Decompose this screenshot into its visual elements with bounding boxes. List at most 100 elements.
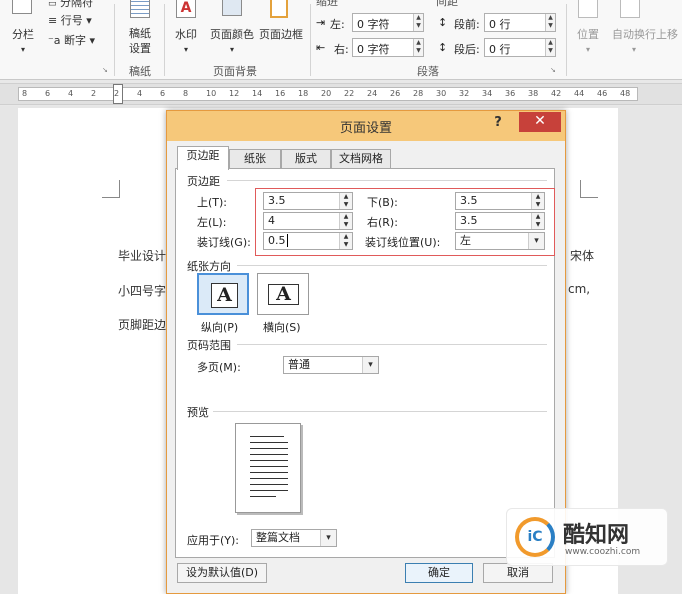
tab-layout-label: 版式 bbox=[295, 152, 317, 165]
ruler-tick-label: 42 bbox=[551, 89, 562, 98]
wrap-text-label: 自动换行 bbox=[612, 28, 656, 41]
ribbon-separator bbox=[164, 4, 165, 76]
site-watermark: iC 酷知网 www.coozhi.com bbox=[506, 508, 668, 566]
right-margin-spinner[interactable]: ▲ ▼ bbox=[531, 213, 544, 229]
spacing-before-input[interactable]: 0 行 ▲ ▼ bbox=[484, 13, 556, 32]
dialog-launcher-icon[interactable]: ↘ bbox=[102, 66, 108, 74]
gutter-label: 装订线(G): bbox=[197, 236, 251, 249]
top-margin-input[interactable]: 3.5 ▲ ▼ bbox=[263, 192, 353, 210]
indent-left-spinner[interactable]: ▲ ▼ bbox=[413, 14, 423, 31]
breaks-label: 分隔符 bbox=[60, 0, 94, 9]
ribbon-separator bbox=[310, 4, 311, 76]
indent-left-input[interactable]: 0 字符 ▲ ▼ bbox=[352, 13, 424, 32]
line-numbers-button[interactable]: ≡ 行号 ▾ bbox=[48, 12, 108, 28]
watermark-button[interactable]: 水印 ▾ bbox=[170, 26, 202, 55]
page-color-icon bbox=[222, 0, 242, 16]
spacing-before-label: 段前: bbox=[454, 18, 480, 31]
orientation-section-title: 纸张方向 bbox=[187, 260, 231, 273]
top-margin-spinner[interactable]: ▲ ▼ bbox=[339, 193, 352, 209]
indent-left-label: 左: bbox=[330, 18, 345, 31]
coozhi-logo-icon: iC bbox=[515, 517, 555, 557]
set-default-button[interactable]: 设为默认值(D) bbox=[177, 563, 267, 583]
ruler-tick-label: 28 bbox=[413, 89, 424, 98]
cancel-button[interactable]: 取消 bbox=[483, 563, 553, 583]
section-divider bbox=[237, 344, 547, 345]
tab-margins[interactable]: 页边距 bbox=[177, 146, 229, 170]
ruler-tick-label: 4 bbox=[137, 89, 143, 98]
ruler-tick-label: 26 bbox=[390, 89, 401, 98]
hyphenation-button[interactable]: ⁻a 断字 ▾ bbox=[48, 32, 108, 48]
spacing-before-icon: ↕ bbox=[438, 16, 448, 29]
doc-line-1-end: 宋体 bbox=[570, 249, 595, 263]
wrap-text-icon bbox=[620, 0, 640, 18]
gutter-input[interactable]: 0.5 ▲ ▼ bbox=[263, 232, 353, 250]
bring-forward-button[interactable]: 上移 bbox=[656, 26, 682, 42]
top-margin-value: 3.5 bbox=[268, 194, 286, 207]
right-margin-input[interactable]: 3.5 ▲ ▼ bbox=[455, 212, 545, 230]
chevron-down-icon[interactable]: ▾ bbox=[362, 357, 378, 373]
apply-to-select[interactable]: 整篇文档 ▾ bbox=[251, 529, 337, 547]
spacing-before-value: 0 行 bbox=[489, 18, 511, 31]
bottom-margin-spinner[interactable]: ▲ ▼ bbox=[531, 193, 544, 209]
page-color-label: 页面颜色 bbox=[210, 28, 254, 41]
indent-left-icon: ⇥ bbox=[316, 16, 326, 29]
portrait-label: 纵向(P) bbox=[201, 321, 239, 334]
ok-button[interactable]: 确定 bbox=[405, 563, 473, 583]
page-color-button[interactable]: 页面颜色 ▾ bbox=[206, 26, 258, 55]
section-divider bbox=[213, 411, 547, 412]
multiple-pages-select[interactable]: 普通 ▾ bbox=[283, 356, 379, 374]
bottom-margin-input[interactable]: 3.5 ▲ ▼ bbox=[455, 192, 545, 210]
tab-paper[interactable]: 纸张 bbox=[229, 149, 281, 169]
ruler-tick-label: 34 bbox=[482, 89, 493, 98]
portrait-button[interactable]: A bbox=[197, 273, 249, 315]
landscape-icon: A bbox=[268, 284, 299, 305]
ruler-tick-label: 14 bbox=[252, 89, 263, 98]
spacing-after-input[interactable]: 0 行 ▲ ▼ bbox=[484, 38, 556, 57]
page-background-group-label: 页面背景 bbox=[213, 65, 257, 78]
chevron-down-icon[interactable]: ▾ bbox=[528, 233, 544, 249]
position-button[interactable]: 位置 ▾ bbox=[570, 26, 606, 55]
page-borders-icon bbox=[270, 0, 288, 18]
gutter-position-select[interactable]: 左 ▾ bbox=[455, 232, 545, 250]
tab-document-grid[interactable]: 文档网格 bbox=[331, 149, 391, 169]
ruler-tick-label: 44 bbox=[574, 89, 585, 98]
left-margin-label: 左(L): bbox=[197, 216, 227, 229]
ruler-tick-label: 24 bbox=[367, 89, 378, 98]
manuscript-settings-button[interactable]: 稿纸 设置 bbox=[120, 26, 160, 56]
spacing-before-spinner[interactable]: ▲ ▼ bbox=[545, 14, 555, 31]
chevron-down-icon[interactable]: ▾ bbox=[320, 530, 336, 546]
ruler-tick-label: 22 bbox=[344, 89, 355, 98]
page-borders-button[interactable]: 页面边框 bbox=[256, 26, 306, 42]
left-margin-input[interactable]: 4 ▲ ▼ bbox=[263, 212, 353, 230]
spacing-after-label: 段后: bbox=[454, 43, 480, 56]
page-borders-label: 页面边框 bbox=[259, 28, 303, 41]
doc-line-1-start: 毕业设计 bbox=[118, 249, 167, 263]
help-button[interactable]: ? bbox=[485, 115, 511, 135]
dialog-launcher-icon[interactable]: ↘ bbox=[550, 66, 556, 74]
spacing-after-spinner[interactable]: ▲ ▼ bbox=[545, 39, 555, 56]
right-margin-label: 右(R): bbox=[367, 216, 398, 229]
indent-header: 缩进 bbox=[316, 0, 338, 8]
close-button[interactable]: ✕ bbox=[519, 112, 561, 132]
indent-right-icon: ⇤ bbox=[316, 41, 326, 54]
margin-corner-mark bbox=[102, 180, 120, 198]
indent-right-input[interactable]: 0 字符 ▲ ▼ bbox=[352, 38, 424, 57]
indent-right-spinner[interactable]: ▲ ▼ bbox=[413, 39, 423, 56]
breaks-button[interactable]: ▭ 分隔符 bbox=[48, 0, 108, 10]
left-margin-spinner[interactable]: ▲ ▼ bbox=[339, 213, 352, 229]
gutter-spinner[interactable]: ▲ ▼ bbox=[339, 233, 352, 249]
spacing-after-icon: ↕ bbox=[438, 41, 448, 54]
columns-button[interactable]: 分栏 ▾ bbox=[6, 26, 40, 55]
ruler-tick-label: 30 bbox=[436, 89, 447, 98]
text-cursor bbox=[286, 234, 288, 247]
landscape-button[interactable]: A bbox=[257, 273, 309, 315]
hyphenation-icon: ⁻a bbox=[48, 34, 61, 47]
ruler-tick-label: 12 bbox=[229, 89, 240, 98]
wrap-text-button[interactable]: 自动换行 ▾ bbox=[606, 26, 662, 55]
margins-section-title: 页边距 bbox=[187, 175, 220, 188]
manuscript-label-line2: 设置 bbox=[129, 42, 151, 55]
doc-line-2-start: 小四号字 bbox=[118, 284, 167, 298]
gutter-position-value: 左 bbox=[460, 234, 471, 247]
tab-layout[interactable]: 版式 bbox=[281, 149, 331, 169]
ruler-tick-label: 6 bbox=[45, 89, 51, 98]
